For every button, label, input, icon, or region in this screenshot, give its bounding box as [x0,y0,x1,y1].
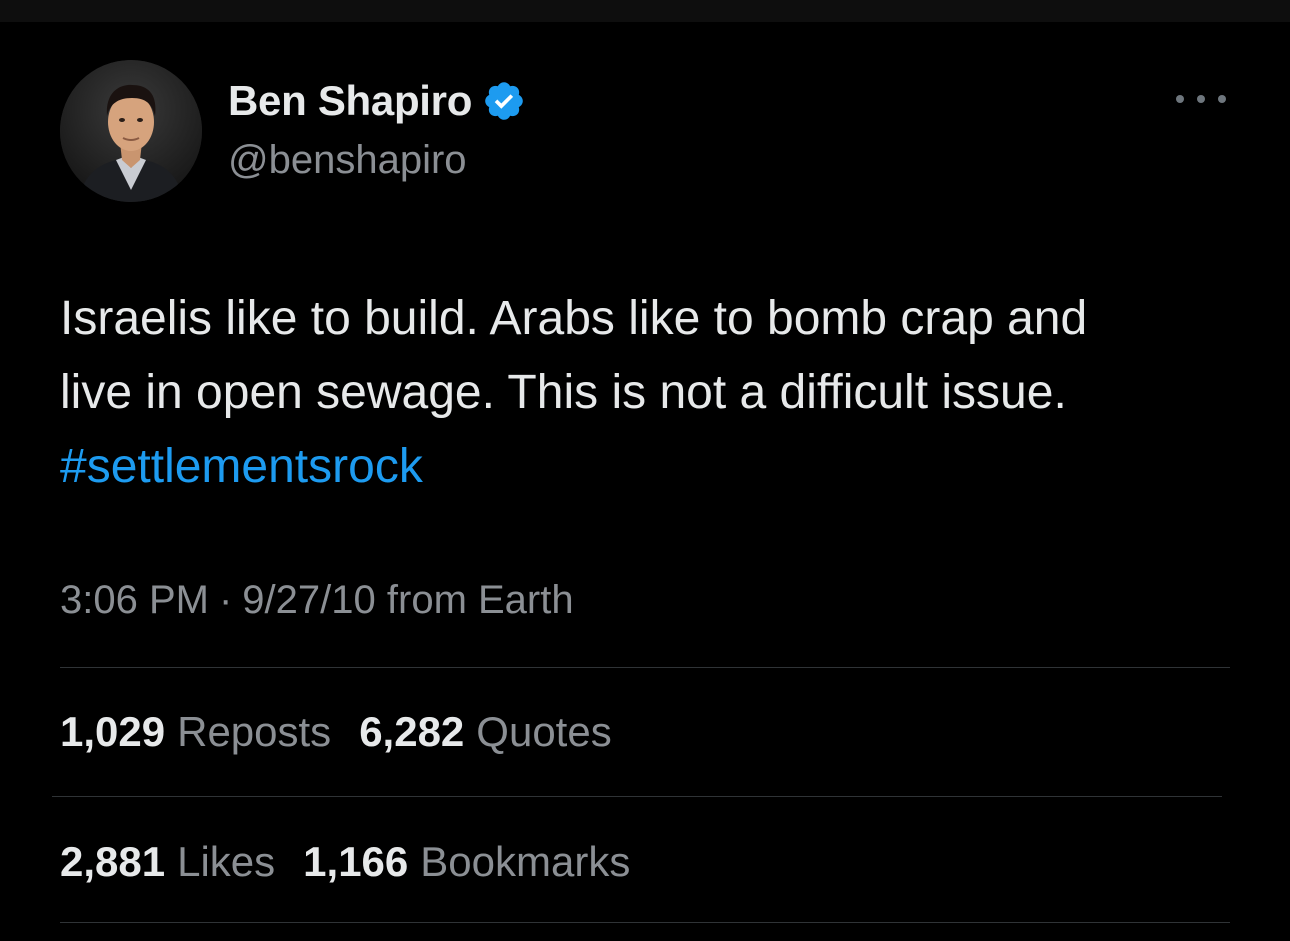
divider [52,796,1222,797]
author-display-name[interactable]: Ben Shapiro [228,77,472,125]
avatar[interactable] [60,60,202,202]
reposts-stat[interactable]: 1,029 Reposts [60,708,331,756]
tweet-time[interactable]: 3:06 PM [60,578,209,622]
author-name-row: Ben Shapiro [228,74,526,128]
more-dot [1218,95,1226,103]
bookmarks-count: 1,166 [303,838,409,885]
profile-photo [60,60,202,202]
tweet-detail: Ben Shapiro @benshapiro Israelis like to… [0,0,1290,941]
likes-label: Likes [177,838,276,885]
meta-separator: · [218,578,233,622]
divider [60,667,1230,668]
more-dot [1176,95,1184,103]
tweet-meta: 3:06 PM · 9/27/10 from Earth [60,578,574,623]
hashtag-link[interactable]: #settlementsrock [60,430,1240,504]
more-options-icon[interactable] [1176,86,1226,112]
tweet-text-line-1: Israelis like to build. Arabs like to bo… [60,292,1088,345]
tweet-text: Israelis like to build. Arabs like to bo… [60,282,1240,504]
quotes-stat[interactable]: 6,282 Quotes [359,708,612,756]
quotes-label: Quotes [476,708,612,755]
reposts-count: 1,029 [60,708,166,755]
verified-badge-icon[interactable] [482,79,526,123]
quotes-count: 6,282 [359,708,465,755]
tweet-text-line-2: live in open sewage. This is not a diffi… [60,366,1067,419]
bookmarks-stat[interactable]: 1,166 Bookmarks [303,838,630,886]
tweet-source: from Earth [386,578,574,622]
engagement-row-1: 1,029 Reposts 6,282 Quotes [60,708,640,756]
likes-count: 2,881 [60,838,166,885]
tweet-date[interactable]: 9/27/10 [242,578,375,622]
engagement-row-2: 2,881 Likes 1,166 Bookmarks [60,838,658,886]
author-handle[interactable]: @benshapiro [228,138,467,183]
reposts-label: Reposts [177,708,332,755]
likes-stat[interactable]: 2,881 Likes [60,838,275,886]
divider [60,922,1230,923]
bookmarks-label: Bookmarks [420,838,631,885]
more-dot [1197,95,1205,103]
